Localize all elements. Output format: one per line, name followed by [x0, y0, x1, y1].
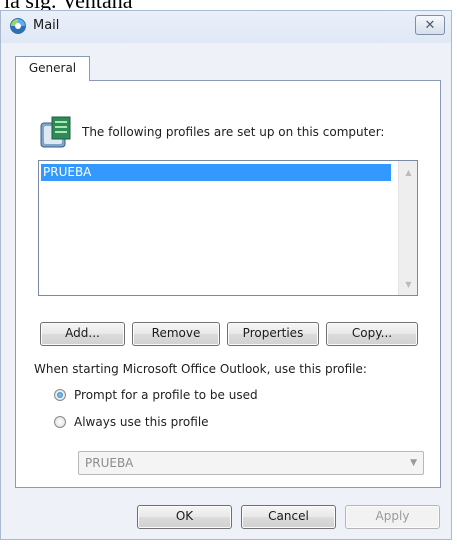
copy-button[interactable]: Copy... — [326, 322, 418, 346]
profile-select-value: PRUEBA — [85, 456, 134, 470]
properties-button[interactable]: Properties — [227, 322, 319, 346]
add-button[interactable]: Add... — [40, 322, 125, 346]
tab-general[interactable]: General — [15, 56, 90, 81]
remove-button[interactable]: Remove — [132, 322, 220, 346]
list-scrollbar[interactable]: ▲ ▼ — [398, 161, 417, 295]
close-button[interactable]: ✕ — [415, 15, 445, 35]
scroll-up-icon[interactable]: ▲ — [399, 163, 418, 181]
radio-checked-icon[interactable] — [54, 389, 66, 401]
profiles-list[interactable]: PRUEBA ▲ ▼ — [38, 160, 418, 296]
scroll-down-icon[interactable]: ▼ — [399, 275, 418, 293]
prompt-profile-option[interactable]: Prompt for a profile to be used — [54, 388, 258, 402]
title-bar[interactable]: Mail ✕ — [1, 11, 451, 43]
always-use-profile-option[interactable]: Always use this profile — [54, 415, 209, 429]
profiles-label: The following profiles are set up on thi… — [82, 125, 385, 139]
startup-label: When starting Microsoft Office Outlook, … — [34, 362, 367, 376]
always-use-profile-label: Always use this profile — [74, 415, 209, 429]
radio-unchecked-icon[interactable] — [54, 416, 66, 428]
general-panel: The following profiles are set up on thi… — [15, 80, 441, 488]
list-item-prueba[interactable]: PRUEBA — [41, 164, 391, 181]
profiles-icon — [40, 116, 71, 148]
close-icon: ✕ — [424, 17, 436, 33]
mail-window: Mail ✕ General The following profiles ar… — [0, 10, 452, 540]
profile-select: PRUEBA ▼ — [78, 451, 424, 475]
mail-app-icon — [10, 18, 26, 34]
window-title: Mail — [33, 18, 60, 33]
prompt-profile-label: Prompt for a profile to be used — [74, 388, 258, 402]
apply-button: Apply — [345, 505, 440, 529]
cancel-button[interactable]: Cancel — [241, 505, 336, 529]
ok-button[interactable]: OK — [137, 505, 232, 529]
chevron-down-icon: ▼ — [410, 458, 417, 468]
